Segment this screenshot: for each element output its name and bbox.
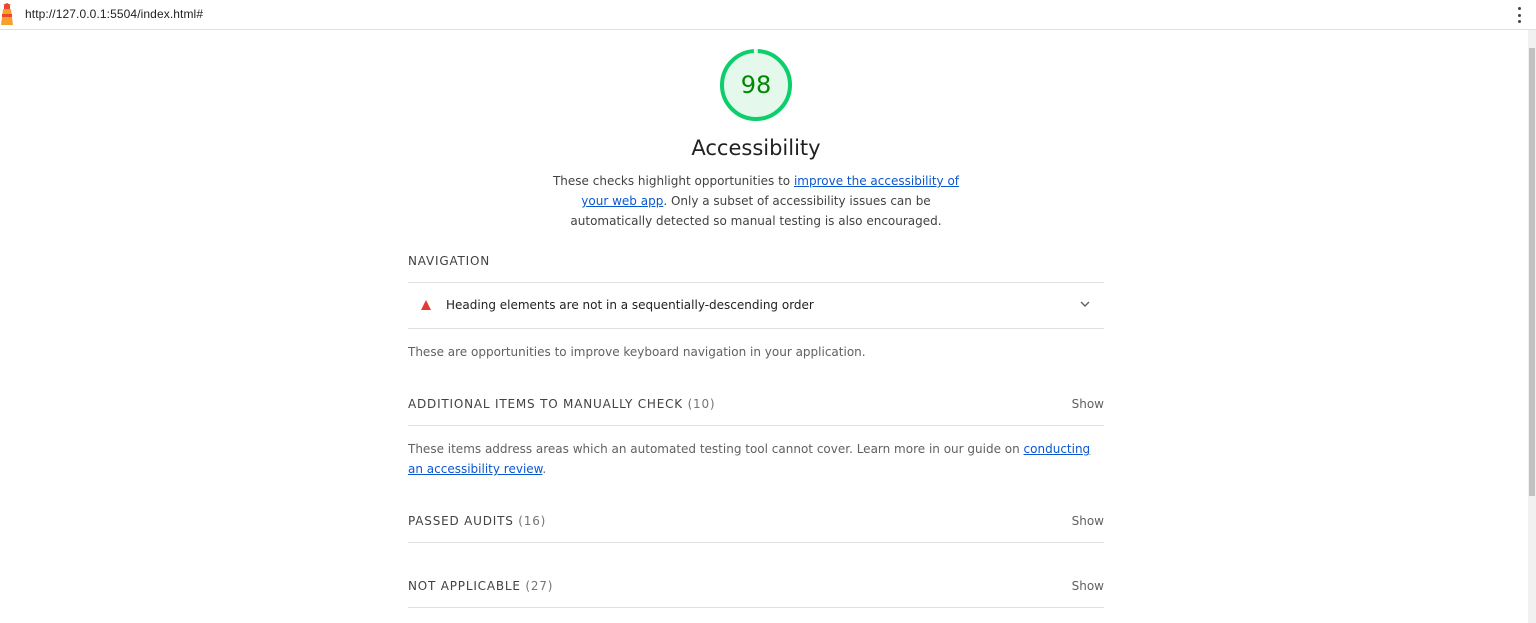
category-description: These checks highlight opportunities to … <box>548 171 964 231</box>
vertical-scrollbar[interactable] <box>1528 30 1536 623</box>
scrollbar-thumb[interactable] <box>1529 48 1535 496</box>
passed-audits-heading: PASSED AUDITS <box>408 514 514 528</box>
manual-checks-count: (10) <box>687 397 716 411</box>
divider <box>408 607 1104 608</box>
manual-checks-description: These items address areas which an autom… <box>408 439 1104 479</box>
navigation-group-description: These are opportunities to improve keybo… <box>408 345 866 359</box>
not-applicable-group-header[interactable]: NOT APPLICABLE (27) Show <box>408 579 1104 593</box>
divider <box>408 425 1104 426</box>
divider <box>408 542 1104 543</box>
manual-checks-group-header[interactable]: ADDITIONAL ITEMS TO MANUALLY CHECK (10) … <box>408 397 1104 411</box>
divider <box>408 328 1104 329</box>
manual-description-text: These items address areas which an autom… <box>408 442 1024 456</box>
description-text: These checks highlight opportunities to <box>552 174 794 188</box>
more-options-icon[interactable] <box>1518 7 1522 23</box>
manual-checks-show-button[interactable]: Show <box>1072 397 1104 411</box>
passed-audits-count: (16) <box>518 514 547 528</box>
manual-description-text-end: . <box>542 462 547 476</box>
address-bar-url[interactable]: http://127.0.0.1:5504/index.html# <box>25 7 203 21</box>
passed-audits-show-button[interactable]: Show <box>1072 514 1104 528</box>
passed-audits-group-header[interactable]: PASSED AUDITS (16) Show <box>408 514 1104 528</box>
not-applicable-count: (27) <box>525 579 554 593</box>
audit-title: Heading elements are not in a sequential… <box>446 298 814 312</box>
navigation-group-header: NAVIGATION <box>408 254 1104 268</box>
not-applicable-show-button[interactable]: Show <box>1072 579 1104 593</box>
score-gauge[interactable]: 98 <box>720 49 792 121</box>
category-title: Accessibility <box>691 136 821 160</box>
lighthouse-logo-icon <box>1 3 13 25</box>
chevron-down-icon[interactable] <box>1080 299 1090 309</box>
audit-heading-order[interactable]: Heading elements are not in a sequential… <box>408 283 1104 328</box>
manual-checks-heading: ADDITIONAL ITEMS TO MANUALLY CHECK <box>408 397 683 411</box>
navigation-heading: NAVIGATION <box>408 254 491 268</box>
score-value: 98 <box>740 71 772 99</box>
fail-triangle-icon <box>421 300 431 310</box>
browser-top-bar: http://127.0.0.1:5504/index.html# <box>0 0 1536 30</box>
not-applicable-heading: NOT APPLICABLE <box>408 579 521 593</box>
